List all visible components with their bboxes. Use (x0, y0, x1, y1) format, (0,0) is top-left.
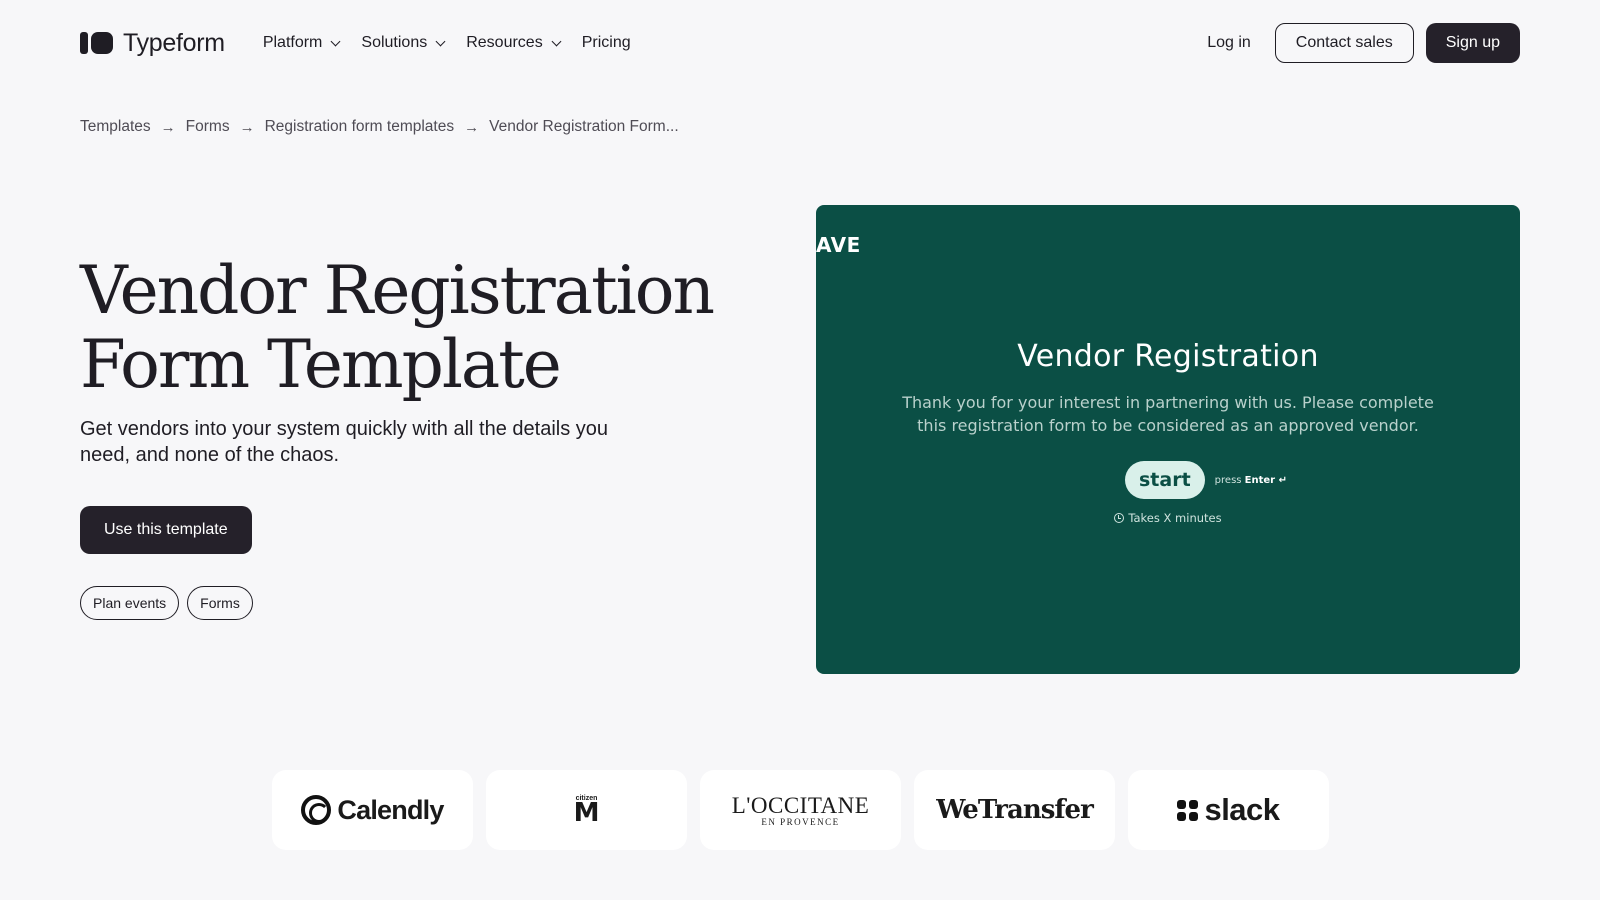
page-title-line-2: Form Template (80, 326, 562, 403)
page-subtitle: Get vendors into your system quickly wit… (80, 418, 609, 466)
nav-pricing-label: Pricing (581, 34, 631, 51)
login-link[interactable]: Log in (1207, 34, 1251, 52)
logo-card-citizen-m: citizen M (486, 770, 687, 850)
breadcrumb-registration-templates[interactable]: Registration form templates (265, 118, 455, 136)
duration-text: Takes X minutes (1128, 511, 1222, 525)
nav-solutions-label: Solutions (361, 34, 428, 51)
header-actions: Log in Contact sales Sign up (1207, 23, 1520, 63)
preview-brand-logo: AVE (816, 233, 861, 257)
logo-card-calendly: Calendly (272, 770, 473, 850)
tag-forms[interactable]: Forms (187, 586, 253, 620)
page-title-line-1: Vendor Registration (80, 252, 715, 329)
citizen-m-mark: M (573, 797, 600, 828)
use-template-button[interactable]: Use this template (80, 506, 252, 554)
nav-resources-label: Resources (466, 34, 543, 51)
press-enter-hint: press Enter ↵ (1215, 475, 1287, 486)
enter-key: Enter ↵ (1244, 474, 1287, 486)
tag-plan-events[interactable]: Plan events (80, 586, 180, 620)
loccitane-subtext: EN PROVENCE (761, 816, 840, 827)
loccitane-text: L'OCCITANE (731, 792, 870, 818)
start-row: start press Enter ↵ (816, 461, 1520, 499)
nav-platform[interactable]: Platform (262, 34, 341, 52)
breadcrumb: Templates → Forms → Registration form te… (80, 118, 679, 136)
start-button[interactable]: start (1125, 461, 1205, 499)
nav-solutions[interactable]: Solutions (361, 34, 446, 52)
chevron-down-icon (435, 36, 446, 46)
citizen-m-logo: citizen M (574, 795, 600, 826)
breadcrumb-templates[interactable]: Templates (80, 118, 151, 136)
slack-text: slack (1204, 792, 1280, 827)
calendly-logo: Calendly (301, 794, 444, 826)
nav-resources[interactable]: Resources (466, 34, 562, 52)
chevron-down-icon (551, 36, 562, 46)
wetransfer-logo: WeTransfer (936, 795, 1094, 825)
breadcrumb-current: Vendor Registration Form... (489, 118, 679, 135)
logo-card-slack: slack (1128, 770, 1329, 850)
slack-logo: slack (1177, 792, 1280, 828)
nav-pricing[interactable]: Pricing (582, 34, 631, 52)
customer-logos: Calendly citizen M L'OCCITANE EN PROVENC… (272, 770, 1329, 850)
breadcrumb-forms[interactable]: Forms (186, 118, 230, 136)
calendly-text: Calendly (337, 794, 444, 825)
arrow-right-icon: → (239, 118, 255, 136)
page-title: Vendor Registration Form Template (80, 254, 760, 402)
logo-text: Typeform (123, 28, 225, 57)
logo-card-wetransfer: WeTransfer (914, 770, 1115, 850)
preview-title: Vendor Registration (1017, 339, 1319, 374)
loccitane-logo: L'OCCITANE EN PROVENCE (732, 794, 870, 827)
tag-list: Plan events Forms (80, 586, 253, 620)
logo-card-loccitane: L'OCCITANE EN PROVENCE (700, 770, 901, 850)
top-navigation: Typeform Platform Solutions Resources Pr… (80, 22, 1520, 64)
chevron-down-icon (330, 36, 341, 46)
arrow-right-icon: → (160, 118, 176, 136)
preview-description: Thank you for your interest in partnerin… (902, 393, 1434, 435)
arrow-right-icon: → (464, 118, 480, 136)
calendly-icon (301, 795, 332, 825)
template-preview[interactable]: AVE Vendor Registration Thank you for yo… (816, 205, 1520, 674)
duration-hint: Takes X minutes (816, 511, 1520, 525)
press-text: press (1214, 474, 1242, 486)
sign-up-button[interactable]: Sign up (1425, 23, 1520, 63)
main-nav: Platform Solutions Resources Pricing (263, 34, 631, 52)
typeform-logo-icon (80, 32, 113, 54)
contact-sales-button[interactable]: Contact sales (1274, 23, 1414, 63)
nav-platform-label: Platform (262, 34, 323, 51)
clock-icon (1114, 513, 1125, 523)
typeform-logo[interactable]: Typeform (80, 29, 225, 58)
slack-icon (1177, 799, 1199, 821)
